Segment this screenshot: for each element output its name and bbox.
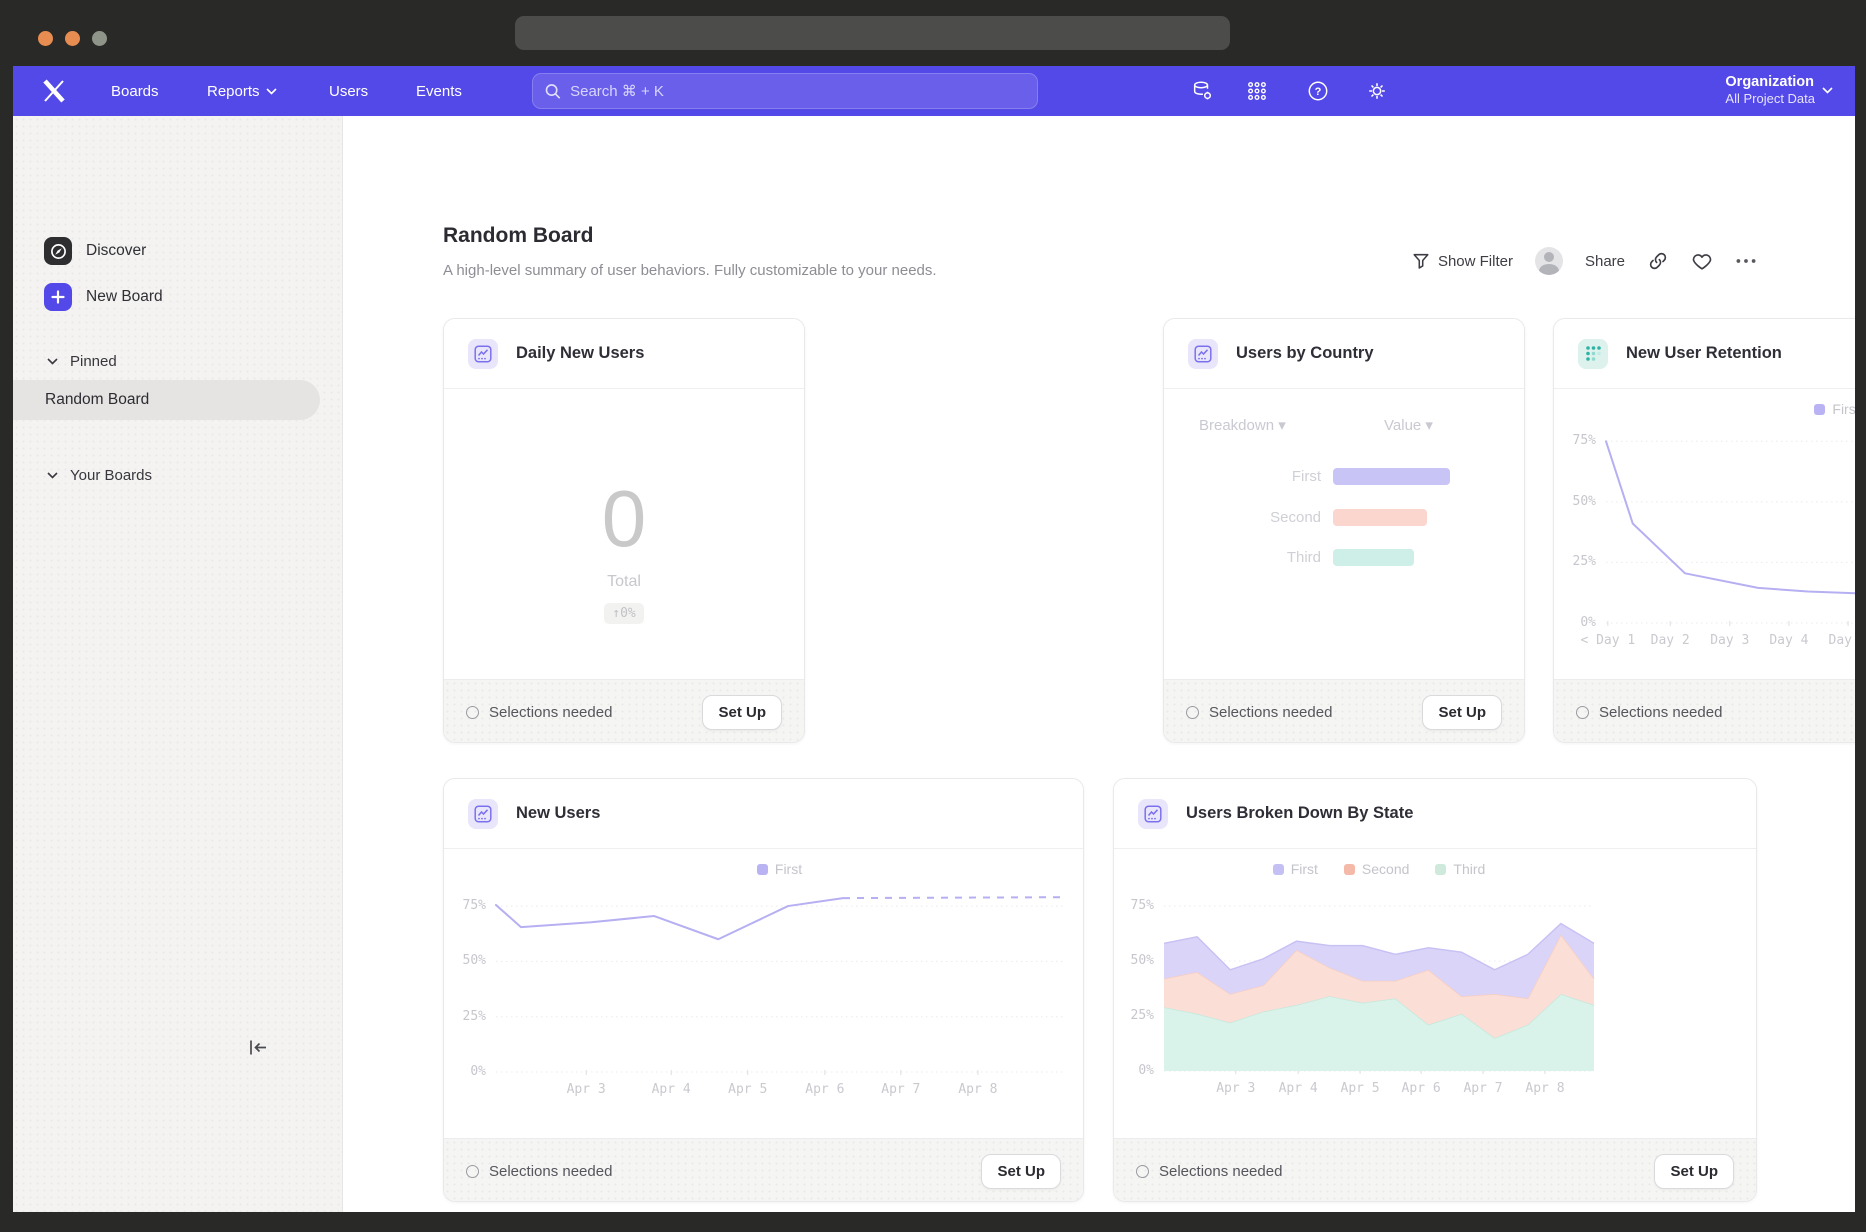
show-filter-button[interactable]: Show Filter — [1412, 252, 1513, 270]
bar-row: Third — [1188, 549, 1414, 566]
org-name: Organization — [1725, 73, 1815, 91]
value-dropdown[interactable]: Value ▾ — [1384, 416, 1433, 434]
card-footer: Selections needed Set Up — [1164, 679, 1524, 743]
card-new-users: New Users First 75%50%25%0%Apr 3Apr 4Apr… — [443, 778, 1084, 1202]
apps-grid-icon[interactable] — [1246, 80, 1268, 102]
status-text: Selections needed — [1209, 704, 1332, 721]
nav-item-boards[interactable]: Boards — [111, 66, 159, 116]
sidebar-item-new-board[interactable]: New Board — [44, 283, 163, 311]
nav-item-events[interactable]: Events — [416, 66, 462, 116]
sidebar: Discover New Board Pinned Random Board Y… — [13, 116, 343, 1212]
chart-legend: First — [1606, 401, 1855, 417]
avatar[interactable] — [1535, 247, 1563, 275]
legend-swatch — [1435, 864, 1446, 875]
status-text: Selections needed — [489, 1163, 612, 1180]
window-titlebar — [0, 0, 1866, 66]
address-bar[interactable] — [515, 16, 1230, 50]
search-input[interactable] — [532, 73, 1038, 109]
legend-swatch — [1344, 864, 1355, 875]
delta-badge: ↑0% — [604, 603, 643, 624]
card-users-by-state: Users Broken Down By State First Second … — [1113, 778, 1757, 1202]
sidebar-collapse-button[interactable] — [245, 1034, 271, 1060]
org-project-switcher[interactable]: Organization All Project Data — [1725, 73, 1815, 107]
app-page: Boards Reports Users Events ? — [13, 66, 1855, 1212]
set-up-button[interactable]: Set Up — [1422, 695, 1502, 730]
status-circle-icon — [466, 706, 479, 719]
card-title: Users Broken Down By State — [1186, 804, 1413, 823]
more-options-icon[interactable] — [1735, 250, 1757, 272]
metric-value: 0 — [444, 479, 804, 559]
status-text: Selections needed — [1599, 704, 1722, 721]
search-icon — [545, 83, 561, 100]
retention-grid-icon — [1578, 339, 1608, 369]
page-title: Random Board — [443, 224, 594, 248]
card-footer: Selections needed Set Up — [444, 679, 804, 743]
filter-funnel-icon — [1412, 252, 1430, 270]
share-button[interactable]: Share — [1585, 253, 1625, 270]
settings-gear-icon[interactable] — [1366, 80, 1388, 102]
zoom-button[interactable] — [92, 31, 107, 46]
compass-icon — [44, 237, 72, 265]
chevron-down-icon — [1822, 87, 1833, 94]
legend-swatch — [757, 864, 768, 875]
status-circle-icon — [1576, 706, 1589, 719]
bar-row: Second — [1188, 509, 1427, 526]
favorite-heart-icon[interactable] — [1691, 250, 1713, 272]
mixpanel-logo-icon[interactable] — [41, 79, 67, 108]
board-actions: Show Filter Share — [1412, 246, 1757, 276]
project-name: All Project Data — [1725, 91, 1815, 107]
chart-legend: First — [496, 861, 1063, 877]
card-new-user-retention: New User Retention First 75%50%25%0%< Da… — [1553, 318, 1855, 743]
card-footer: Selections needed Set Up — [1554, 679, 1855, 743]
top-nav: Boards Reports Users Events ? — [13, 66, 1855, 116]
insights-chart-icon — [468, 799, 498, 829]
data-management-icon[interactable] — [1191, 80, 1213, 102]
insights-chart-icon — [468, 339, 498, 369]
breakdown-dropdown[interactable]: Breakdown ▾ — [1199, 416, 1286, 434]
card-daily-new-users: Daily New Users 0 Total ↑0% Selections n… — [443, 318, 805, 743]
card-title: Users by Country — [1236, 344, 1374, 363]
status-text: Selections needed — [1159, 1163, 1282, 1180]
set-up-button[interactable]: Set Up — [981, 1154, 1061, 1189]
chevron-down-icon — [47, 358, 58, 365]
card-footer: Selections needed Set Up — [1114, 1138, 1756, 1202]
legend-swatch — [1814, 404, 1825, 415]
card-title: Daily New Users — [516, 344, 644, 363]
insights-chart-icon — [1188, 339, 1218, 369]
sidebar-section-pinned[interactable]: Pinned — [47, 353, 117, 370]
status-text: Selections needed — [489, 704, 612, 721]
minimize-button[interactable] — [65, 31, 80, 46]
window-frame: Boards Reports Users Events ? — [0, 0, 1866, 1232]
insights-chart-icon — [1138, 799, 1168, 829]
plus-icon — [44, 283, 72, 311]
set-up-button[interactable]: Set Up — [1654, 1154, 1734, 1189]
metric-preview: 0 Total ↑0% — [444, 479, 804, 624]
copy-link-icon[interactable] — [1647, 250, 1669, 272]
status-circle-icon — [1136, 1165, 1149, 1178]
set-up-button[interactable]: Set Up — [702, 695, 782, 730]
status-circle-icon — [1186, 706, 1199, 719]
card-users-by-country: Users by Country Breakdown ▾ Value ▾ Fir… — [1163, 318, 1525, 743]
chart-legend: First Second Third — [1164, 861, 1594, 877]
status-circle-icon — [466, 1165, 479, 1178]
card-title: New User Retention — [1626, 344, 1782, 363]
board-main: Random Board A high-level summary of use… — [343, 116, 1855, 1212]
nav-item-reports[interactable]: Reports — [207, 66, 277, 116]
nav-item-users[interactable]: Users — [329, 66, 368, 116]
card-title: New Users — [516, 804, 600, 823]
close-button[interactable] — [38, 31, 53, 46]
bar-row: First — [1188, 468, 1450, 485]
chevron-down-icon — [47, 472, 58, 479]
sidebar-section-your-boards[interactable]: Your Boards — [47, 467, 152, 484]
page-subtitle: A high-level summary of user behaviors. … — [443, 262, 937, 279]
help-icon[interactable]: ? — [1307, 80, 1329, 102]
legend-swatch — [1273, 864, 1284, 875]
card-footer: Selections needed Set Up — [444, 1138, 1083, 1202]
sidebar-item-random-board[interactable]: Random Board — [13, 380, 320, 420]
chevron-down-icon — [266, 88, 277, 95]
sidebar-item-discover[interactable]: Discover — [44, 237, 146, 265]
metric-label: Total — [444, 573, 804, 591]
svg-text:?: ? — [1315, 86, 1322, 98]
